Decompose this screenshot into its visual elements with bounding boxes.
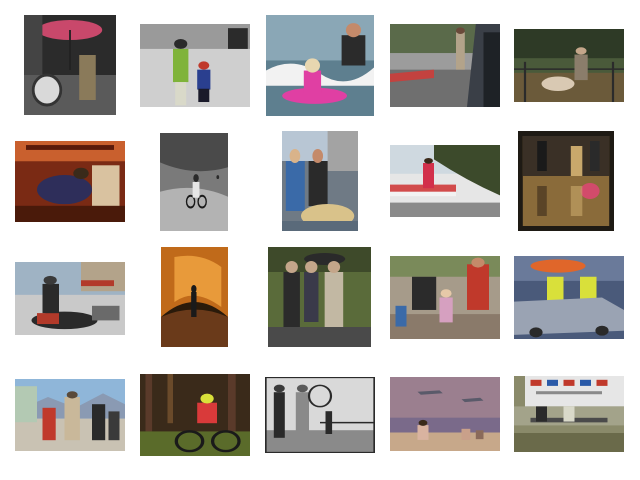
thumbnail[interactable]	[390, 377, 500, 451]
thumbnail[interactable]	[15, 379, 125, 451]
thumbnail[interactable]	[15, 262, 125, 335]
thumbnail[interactable]	[268, 247, 371, 347]
thumbnail[interactable]	[266, 15, 374, 116]
thumbnail[interactable]	[24, 15, 116, 115]
thumbnail[interactable]	[514, 29, 624, 102]
thumbnail[interactable]	[265, 377, 375, 453]
thumbnail[interactable]	[140, 374, 250, 456]
thumbnail[interactable]	[390, 256, 500, 339]
thumbnail[interactable]	[390, 24, 500, 107]
thumbnail[interactable]	[390, 145, 500, 217]
thumbnail[interactable]	[160, 133, 228, 231]
thumbnail[interactable]	[282, 131, 358, 231]
image-grid	[0, 0, 640, 480]
thumbnail[interactable]	[514, 256, 624, 339]
thumbnail[interactable]	[161, 247, 228, 347]
thumbnail[interactable]	[140, 24, 250, 107]
thumbnail[interactable]	[15, 141, 125, 222]
thumbnail[interactable]	[518, 131, 614, 231]
thumbnail[interactable]	[514, 376, 624, 452]
